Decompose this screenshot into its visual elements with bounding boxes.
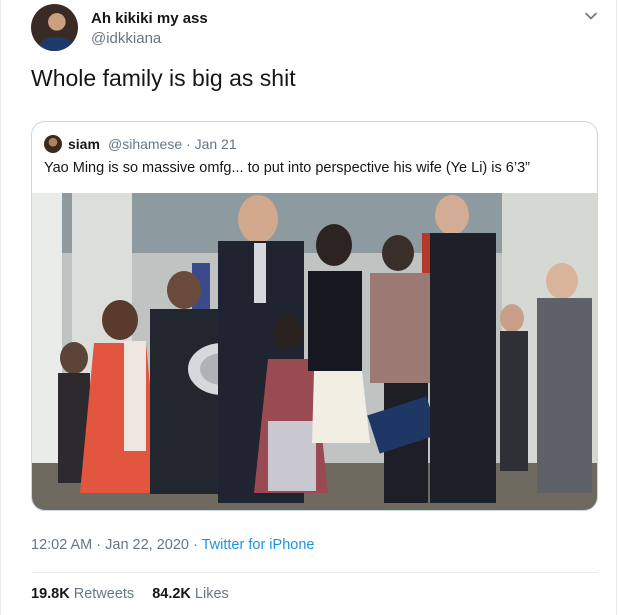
- likes-count: 84.2K: [152, 586, 191, 602]
- quoted-tweet[interactable]: siam @sihamese · Jan 21 Yao Ming is so m…: [31, 121, 598, 511]
- timestamp[interactable]: 12:02 AM · Jan 22, 2020 ·: [31, 537, 202, 553]
- retweets-count: 19.8K: [31, 586, 70, 602]
- retweets-label: Retweets: [73, 586, 135, 602]
- author-handle[interactable]: @idkkiana: [91, 30, 161, 47]
- quoted-photo[interactable]: [32, 193, 597, 510]
- quoted-author-handle: @sihamese · Jan 21: [108, 136, 237, 152]
- likes-label: Likes: [194, 586, 229, 602]
- tweet-text: Whole family is big as shit: [31, 65, 296, 91]
- divider: [31, 572, 598, 573]
- quoted-tweet-text: Yao Ming is so massive omfg... to put in…: [44, 160, 530, 176]
- author-name[interactable]: Ah kikiki my ass: [91, 10, 208, 27]
- source-link[interactable]: Twitter for iPhone: [202, 537, 315, 553]
- tweet-meta: 12:02 AM · Jan 22, 2020 · Twitter for iP…: [31, 537, 314, 553]
- retweets-stat[interactable]: 19.8K Retweets: [31, 586, 134, 602]
- tweet-stats: 19.8K Retweets 84.2K Likes: [31, 586, 229, 602]
- chevron-down-icon[interactable]: [584, 9, 598, 23]
- quoted-avatar: [44, 135, 62, 153]
- avatar[interactable]: [31, 4, 78, 51]
- tweet-container: Ah kikiki my ass @idkkiana Whole family …: [0, 0, 617, 615]
- quoted-author-name: siam: [68, 136, 100, 152]
- likes-stat[interactable]: 84.2K Likes: [152, 586, 229, 602]
